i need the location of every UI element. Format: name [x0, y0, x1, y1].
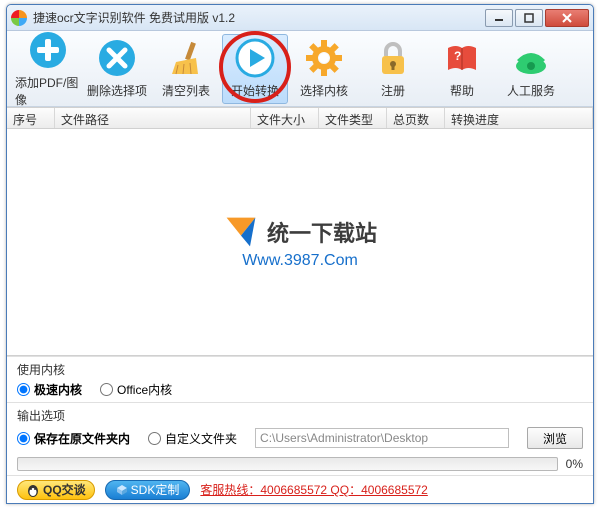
hotline-link[interactable]: 客服热线：4006685572 QQ：4006685572	[200, 481, 427, 498]
kernel-fast-radio[interactable]: 极速内核	[17, 381, 82, 398]
col-index[interactable]: 序号	[7, 108, 55, 128]
register-button[interactable]: 注册	[360, 34, 426, 104]
service-button[interactable]: 人工服务	[498, 34, 564, 104]
output-custom-folder-radio[interactable]: 自定义文件夹	[148, 430, 237, 447]
output-panel-title: 输出选项	[17, 407, 583, 424]
kernel-office-radio[interactable]: Office内核	[100, 381, 172, 398]
remove-button[interactable]: 删除选择项	[84, 34, 150, 104]
output-same-folder-radio[interactable]: 保存在原文件夹内	[17, 430, 130, 447]
kernel-panel: 使用内核 极速内核 Office内核	[7, 356, 593, 402]
qq-icon	[26, 483, 40, 497]
plus-icon	[28, 30, 68, 70]
watermark: 统一下载站 Www.3987.Com	[223, 214, 377, 270]
maximize-button[interactable]	[515, 9, 543, 27]
qq-chat-button[interactable]: QQ交谈	[17, 480, 95, 500]
book-icon: ?	[442, 38, 482, 78]
clear-button[interactable]: 清空列表	[153, 34, 219, 104]
cube-icon	[116, 484, 128, 496]
minimize-button[interactable]	[485, 9, 513, 27]
browse-button[interactable]: 浏览	[527, 427, 583, 449]
broom-icon	[166, 38, 206, 78]
x-icon	[97, 38, 137, 78]
progress-bar	[17, 457, 558, 471]
app-window: 捷速ocr文字识别软件 免费试用版 v1.2 添加PDF/图像 删除选择项 清空…	[6, 4, 594, 504]
watermark-logo-icon	[223, 214, 259, 250]
output-path-input[interactable]	[255, 428, 509, 448]
col-type[interactable]: 文件类型	[319, 108, 387, 128]
col-pages[interactable]: 总页数	[387, 108, 445, 128]
toolbar: 添加PDF/图像 删除选择项 清空列表 开始转换 选择内核 注册 ? 帮助	[7, 31, 593, 107]
phone-icon	[511, 38, 551, 78]
output-panel: 输出选项 保存在原文件夹内 自定义文件夹 浏览	[7, 402, 593, 453]
start-convert-button[interactable]: 开始转换	[222, 34, 288, 104]
help-button[interactable]: ? 帮助	[429, 34, 495, 104]
svg-text:?: ?	[454, 49, 461, 63]
lock-icon	[373, 38, 413, 78]
progress-percent: 0%	[566, 457, 583, 471]
sdk-button[interactable]: SDK定制	[105, 480, 191, 500]
col-progress[interactable]: 转换进度	[445, 108, 593, 128]
play-icon	[235, 38, 275, 78]
progress-row: 0%	[7, 453, 593, 475]
gear-icon	[304, 38, 344, 78]
file-list[interactable]: 统一下载站 Www.3987.Com	[7, 129, 593, 356]
app-icon	[11, 10, 27, 26]
kernel-panel-title: 使用内核	[17, 361, 583, 378]
select-kernel-button[interactable]: 选择内核	[291, 34, 357, 104]
col-size[interactable]: 文件大小	[251, 108, 319, 128]
add-file-button[interactable]: 添加PDF/图像	[15, 34, 81, 104]
col-path[interactable]: 文件路径	[55, 108, 251, 128]
titlebar: 捷速ocr文字识别软件 免费试用版 v1.2	[7, 5, 593, 31]
bottom-bar: QQ交谈 SDK定制 客服热线：4006685572 QQ：4006685572	[7, 475, 593, 503]
table-header: 序号 文件路径 文件大小 文件类型 总页数 转换进度	[7, 107, 593, 129]
close-button[interactable]	[545, 9, 589, 27]
window-title: 捷速ocr文字识别软件 免费试用版 v1.2	[33, 9, 483, 26]
